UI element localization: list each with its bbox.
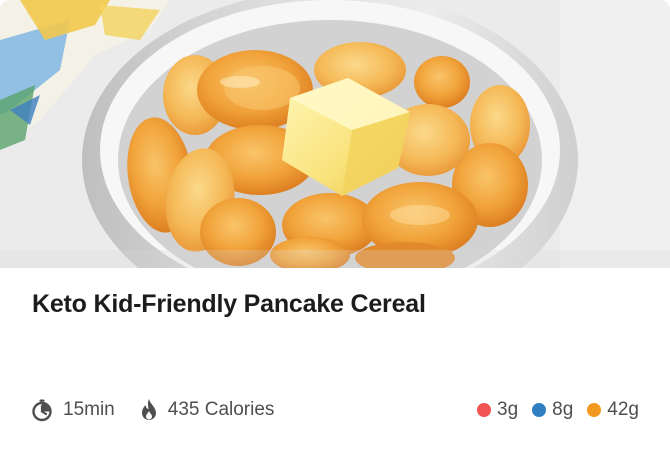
macro-item: 3g — [477, 399, 518, 421]
macro-item: 42g — [587, 399, 639, 421]
stopwatch-icon — [30, 398, 54, 422]
recipe-title[interactable]: Keto Kid-Friendly Pancake Cereal — [32, 290, 426, 319]
macro-dot-orange — [587, 403, 602, 417]
macro-dot-blue — [532, 403, 547, 417]
recipe-card[interactable]: Keto Kid-Friendly Pancake Cereal 15min 4… — [0, 0, 670, 452]
macro-dot-red — [477, 403, 492, 417]
flame-icon — [139, 398, 159, 422]
recipe-photo[interactable] — [0, 0, 670, 268]
prep-time-value: 15min — [63, 399, 115, 420]
macros: 3g 8g 42g — [477, 396, 639, 424]
prep-time: 15min — [30, 398, 115, 422]
calories: 435 Calories — [139, 398, 275, 422]
macro-value: 8g — [552, 399, 574, 420]
calories-value: 435 Calories — [167, 399, 275, 420]
macro-value: 3g — [497, 399, 519, 420]
pancake-bowl-illustration — [0, 0, 670, 268]
macro-value: 42g — [607, 399, 639, 420]
recipe-meta: 15min 435 Calories — [30, 396, 274, 424]
macro-item: 8g — [532, 399, 573, 421]
